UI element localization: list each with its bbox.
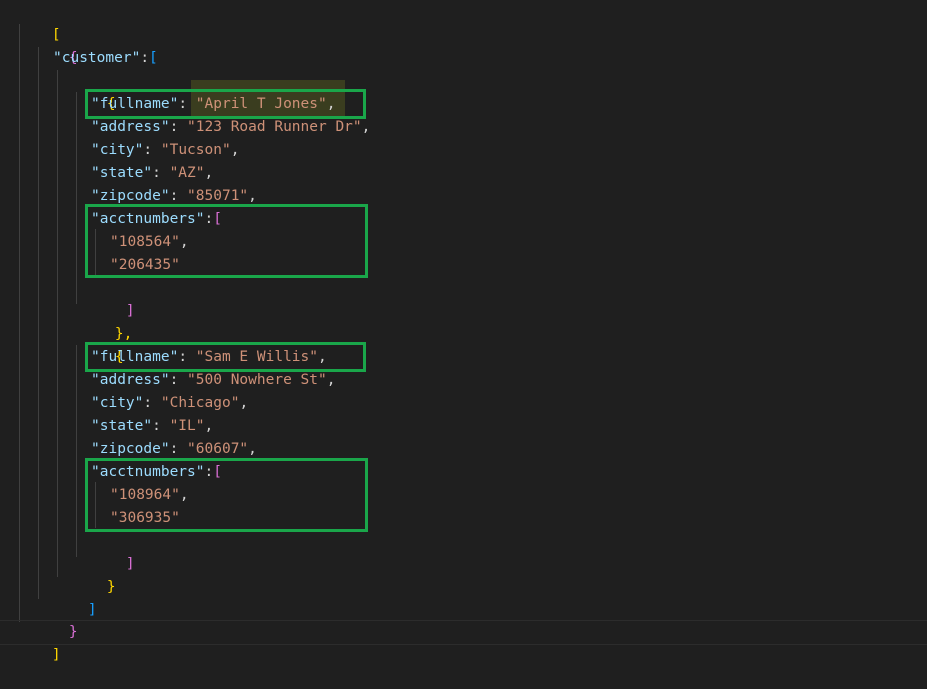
code-editor[interactable]: [ { "customer":[ { "fullname": "April T … [0,0,927,663]
zipcode-value: "85071" [187,188,249,204]
root-close-bracket: ] [51,646,61,663]
code-line[interactable]: ] [91,530,135,572]
customer-close-bracket: ] [87,601,97,618]
city-value: "Tucson" [160,142,231,158]
code-line[interactable]: "city": "Tucson", [91,139,239,162]
code-line[interactable]: "address": "123 Road Runner Dr", [91,116,370,139]
code-line[interactable]: "state": "AZ", [91,162,213,185]
code-line[interactable]: } [72,553,116,595]
zipcode-key: "zipcode" [91,441,170,457]
code-line[interactable]: ] [91,277,135,319]
code-line[interactable]: "state": "IL", [91,415,213,438]
customer-key: "customer" [53,50,141,66]
state-value: "AZ" [169,165,205,181]
address-key: "address" [91,119,170,135]
state-key: "state" [91,165,153,181]
highlight-box-acctnumbers [85,204,368,278]
city-key: "city" [91,395,144,411]
current-line-border [0,644,927,645]
code-line[interactable]: }, [80,300,132,342]
customer-open-bracket: [ [149,50,158,66]
code-line[interactable]: ] [53,576,97,618]
code-line[interactable]: "customer":[ [53,47,158,70]
code-line[interactable]: { [34,24,78,66]
zipcode-value: "60607" [187,441,249,457]
record-close-brace: } [106,578,116,595]
city-key: "city" [91,142,144,158]
zipcode-key: "zipcode" [91,188,170,204]
highlight-box-fullname [85,89,366,119]
acctnumbers-close-bracket: ] [125,555,135,572]
highlight-box-acctnumbers [85,458,368,532]
address-value: "123 Road Runner Dr" [187,119,362,135]
code-line[interactable]: ] [17,621,61,663]
highlight-box-fullname [85,342,366,372]
code-line[interactable]: "address": "500 Nowhere St", [91,369,335,392]
code-line[interactable]: } [34,598,78,640]
colon: : [140,50,150,66]
state-key: "state" [91,418,153,434]
code-line[interactable]: "city": "Chicago", [91,392,248,415]
indent-guide [19,24,20,622]
city-value: "Chicago" [160,395,240,411]
indent-guide [76,345,77,557]
code-line[interactable]: [ [17,1,61,43]
object-close-brace: } [68,623,78,640]
current-line-border [0,620,927,621]
indent-guide [38,47,39,599]
indent-guide [57,70,58,577]
state-value: "IL" [169,418,205,434]
address-value: "500 Nowhere St" [187,372,327,388]
address-key: "address" [91,372,170,388]
